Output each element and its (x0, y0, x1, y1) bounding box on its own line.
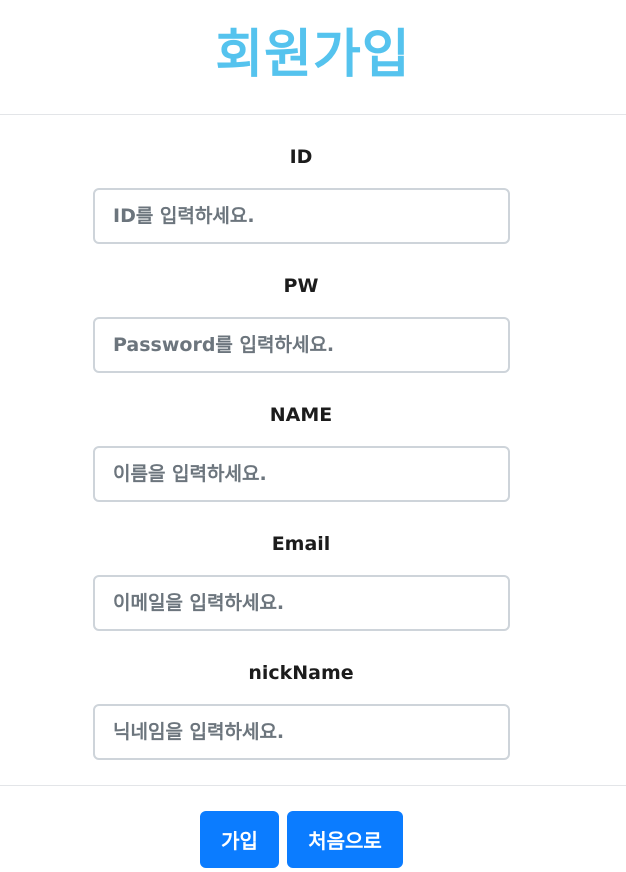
form-actions: 가입 처음으로 (0, 811, 626, 868)
id-label: ID (289, 146, 313, 168)
page-header: 회원가입 (0, 0, 626, 115)
email-label: Email (271, 533, 331, 555)
join-button[interactable]: 가입 (200, 811, 279, 868)
page-title: 회원가입 (215, 24, 411, 85)
id-input[interactable] (93, 188, 510, 244)
name-input[interactable] (93, 446, 510, 502)
nickname-input[interactable] (93, 704, 510, 760)
home-button[interactable]: 처음으로 (287, 811, 403, 868)
nickname-label: nickName (248, 662, 354, 684)
name-label: NAME (269, 404, 333, 426)
email-input[interactable] (93, 575, 510, 631)
pw-input[interactable] (93, 317, 510, 373)
pw-label: PW (283, 275, 319, 297)
footer-divider (0, 785, 626, 786)
